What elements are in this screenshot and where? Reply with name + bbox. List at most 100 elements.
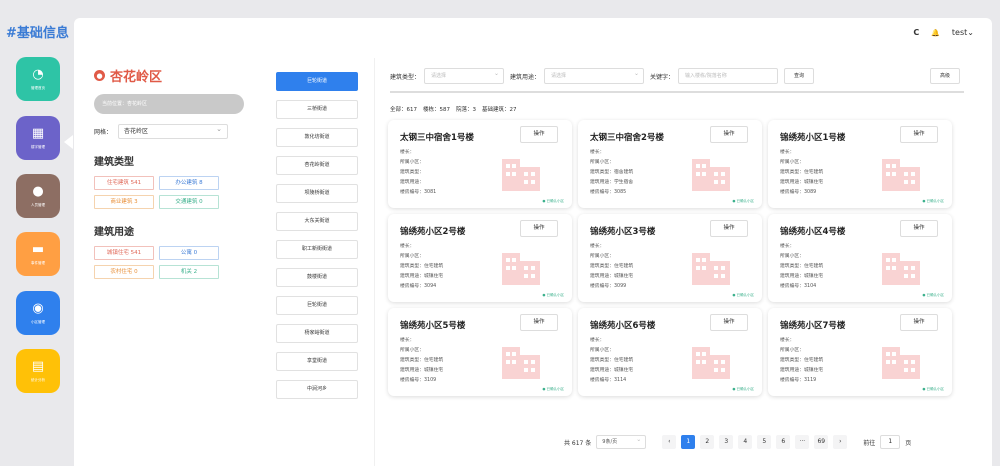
building-card[interactable]: 锦绣苑小区2号楼 操作 楼长： 所属小区： 建筑类型：住宅建筑 建筑用途：城镇住宅 楼房编号… (388, 214, 572, 302)
street-item[interactable]: 杏花岭街道 (276, 156, 358, 175)
next-page-button[interactable]: › (833, 435, 848, 449)
goto-page-input[interactable]: 1 (880, 435, 901, 449)
building-type-tag[interactable]: 商业建筑 3 (94, 195, 154, 209)
search-button[interactable]: 查询 (784, 68, 815, 84)
building-card[interactable]: 锦绣苑小区4号楼 操作 楼长： 所属小区： 建筑类型：住宅建筑 建筑用途：城镇住宅 楼房编号… (768, 214, 952, 302)
card-field-row: 建筑类型：住宅建筑 (400, 262, 572, 272)
card-field-value: 住宅建筑 (614, 264, 634, 269)
street-item[interactable]: 鼓楼街道 (276, 268, 358, 287)
page-button[interactable]: 6 (776, 435, 791, 449)
building-card[interactable]: 锦绣苑小区3号楼 操作 楼长： 所属小区： 建筑类型：住宅建筑 建筑用途：城镇住宅 楼房编号… (578, 214, 762, 302)
building-use-select[interactable]: 请选择 (544, 67, 645, 84)
street-item[interactable]: 巨轮街道 (276, 296, 358, 315)
card-field-row: 所属小区： (780, 252, 952, 262)
page-size-select[interactable]: 9条/页 (596, 434, 647, 449)
advanced-button[interactable]: 高级 (930, 68, 960, 84)
card-action-button[interactable]: 操作 (520, 220, 558, 237)
card-field-row: 楼房编号：3114 (590, 376, 762, 386)
street-item[interactable]: 大东关街道 (276, 212, 358, 231)
bell-icon[interactable]: 🔔 (931, 29, 940, 37)
grid-select[interactable]: 杏花岭区 (118, 123, 229, 139)
building-card[interactable]: 太钢三中宿舍2号楼 操作 楼长： 所属小区： 建筑类型：宿舍建筑 建筑用途：学生宿舍 楼房编… (578, 120, 762, 208)
region-panel: ● 杏花岭区 当前位置：杏花岭区 网格： 杏花岭区 建筑类型 住宅建筑 541 办… (94, 66, 244, 279)
street-item[interactable]: 三桥街道 (276, 100, 358, 119)
card-action-button[interactable]: 操作 (900, 314, 938, 331)
page-button[interactable]: 4 (738, 435, 753, 449)
total-count: 共 617 条 (564, 439, 592, 447)
page-button[interactable]: 3 (719, 435, 734, 449)
card-field-label: 楼长： (400, 338, 415, 343)
street-item[interactable]: 巨轮街道 (276, 72, 358, 91)
building-type-tag[interactable]: 办公建筑 8 (159, 176, 219, 190)
card-field-row: 楼房编号：3085 (590, 188, 762, 198)
building-use-tag[interactable]: 机关 2 (159, 265, 219, 279)
card-field-value: 城镇住宅 (614, 274, 634, 279)
card-field-row: 楼房编号：3081 (400, 188, 572, 198)
page-button[interactable]: 2 (700, 435, 715, 449)
rail-item-5[interactable]: ▤ 统计分析 (16, 349, 60, 393)
card-action-button[interactable]: 操作 (710, 314, 748, 331)
building-card[interactable]: 锦绣苑小区7号楼 操作 楼长： 所属小区： 建筑类型：住宅建筑 建筑用途：城镇住宅 楼房编号… (768, 308, 952, 396)
building-card[interactable]: 太钢三中宿舍1号楼 操作 楼长： 所属小区： 建筑类型： 建筑用途： 楼房编号：3081 ● … (388, 120, 572, 208)
street-item[interactable]: 中涧河乡 (276, 380, 358, 399)
card-field-label: 所属小区： (780, 254, 804, 259)
rail-item-0[interactable]: ◔ 管理首页 (16, 57, 60, 101)
rail-item-4[interactable]: ◉ 小区管理 (16, 291, 60, 335)
card-field-label: 所属小区： (400, 348, 424, 353)
user-menu[interactable]: test⌄ (952, 28, 974, 37)
card-field-row: 所属小区： (400, 346, 572, 356)
card-field-row: 楼房编号：3089 (780, 188, 952, 198)
region-title: ● 杏花岭区 (94, 66, 244, 85)
building-use-tag[interactable]: 农村住宅 0 (94, 265, 154, 279)
building-type-select[interactable]: 请选择 (424, 67, 505, 84)
card-field-value: 3099 (614, 284, 627, 289)
card-field-label: 楼房编号： (590, 284, 614, 289)
page-button[interactable]: 5 (757, 435, 772, 449)
card-field-label: 所属小区： (590, 160, 614, 165)
card-fields: 楼长： 所属小区： 建筑类型：住宅建筑 建筑用途：城镇住宅 楼房编号：3109 (400, 336, 572, 386)
building-card[interactable]: 锦绣苑小区5号楼 操作 楼长： 所属小区： 建筑类型：住宅建筑 建筑用途：城镇住宅 楼房编号… (388, 308, 572, 396)
rail-item-1[interactable]: ▦ 楼宇管理 (16, 116, 60, 160)
stat-item: 院落：3 (456, 107, 476, 113)
prev-page-button[interactable]: ‹ (662, 435, 677, 449)
page-button[interactable]: ··· (795, 435, 810, 449)
card-field-label: 建筑用途： (780, 368, 804, 373)
building-use-tag[interactable]: 城镇住宅 541 (94, 246, 154, 260)
building-card[interactable]: 锦绣苑小区6号楼 操作 楼长： 所属小区： 建筑类型：住宅建筑 建筑用途：城镇住宅 楼房编号… (578, 308, 762, 396)
card-field-label: 楼房编号： (780, 378, 804, 383)
refresh-icon[interactable]: C (913, 28, 919, 37)
card-field-value: 住宅建筑 (804, 264, 824, 269)
rail-item-2[interactable]: ● 人员管理 (16, 174, 60, 218)
building-card[interactable]: 锦绣苑小区1号楼 操作 楼长： 所属小区： 建筑类型：住宅建筑 建筑用途：城镇住宅 楼房编号… (768, 120, 952, 208)
card-action-button[interactable]: 操作 (900, 220, 938, 237)
status-badge: ● 已确认小区 (732, 387, 754, 391)
status-badge: ● 已确认小区 (732, 199, 754, 203)
card-action-button[interactable]: 操作 (520, 126, 558, 143)
card-field-label: 建筑类型： (590, 170, 614, 175)
rail-item-3[interactable]: ▬ 事件管理 (16, 232, 60, 276)
street-item[interactable]: 坝陵桥街道 (276, 184, 358, 203)
card-action-button[interactable]: 操作 (520, 314, 558, 331)
card-action-button[interactable]: 操作 (710, 220, 748, 237)
card-fields: 楼长： 所属小区： 建筑类型：住宅建筑 建筑用途：城镇住宅 楼房编号：3119 (780, 336, 952, 386)
card-field-label: 建筑用途： (590, 180, 614, 185)
building-type-tag[interactable]: 交通建筑 0 (159, 195, 219, 209)
card-field-row: 建筑用途：城镇住宅 (400, 366, 572, 376)
card-action-button[interactable]: 操作 (710, 126, 748, 143)
card-field-label: 楼长： (780, 150, 795, 155)
building-icon (690, 341, 732, 379)
building-use-tag[interactable]: 公寓 0 (159, 246, 219, 260)
street-item[interactable]: 享堂街道 (276, 352, 358, 371)
card-field-value: 住宅建筑 (424, 358, 444, 363)
page-button[interactable]: 1 (681, 435, 696, 449)
card-field-label: 建筑类型： (400, 170, 424, 175)
keyword-input[interactable]: 输入楼栋/院落名称 (678, 68, 779, 84)
page-button[interactable]: 69 (814, 435, 829, 449)
building-type-tag[interactable]: 住宅建筑 541 (94, 176, 154, 190)
card-action-button[interactable]: 操作 (900, 126, 938, 143)
street-item[interactable]: 敦化坊街道 (276, 128, 358, 147)
street-item[interactable]: 杨家峪街道 (276, 324, 358, 343)
street-item[interactable]: 职工新街街道 (276, 240, 358, 259)
card-field-label: 建筑类型： (400, 358, 424, 363)
keyword-label: 关键字： (650, 73, 675, 81)
